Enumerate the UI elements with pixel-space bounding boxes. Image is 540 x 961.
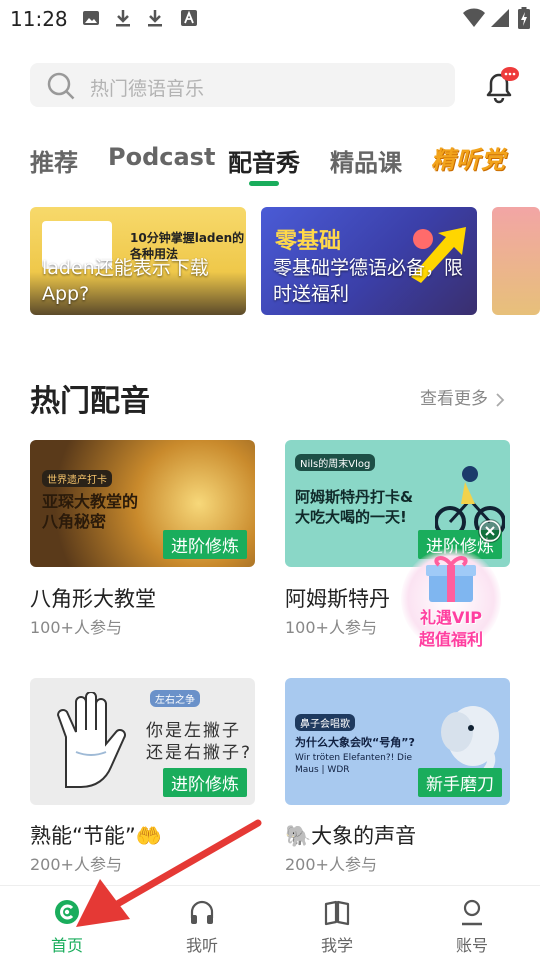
elephant-illustration (441, 706, 499, 774)
card-art-label: 左右之争 (150, 690, 200, 707)
card-participants: 100+人参与 (30, 618, 122, 637)
level-tag: 进阶修炼 (163, 768, 247, 797)
card-art-label: 鼻子会唱歌 (295, 714, 355, 731)
user-icon (462, 899, 482, 926)
search-placeholder: 热门德语音乐 (90, 78, 205, 100)
see-more-label: 查看更多 (420, 389, 488, 409)
card-art-title: 阿姆斯特丹打卡& (295, 488, 414, 506)
signal-icon (491, 9, 509, 27)
banner-partial[interactable] (492, 207, 540, 315)
banner-beginner[interactable]: 零基础 零基础学德语必备，限时送福利 (261, 207, 477, 315)
nav-account[interactable]: 账号 (432, 886, 512, 961)
nav-account-label: 账号 (455, 936, 488, 955)
status-time: 11:28 (10, 7, 68, 31)
download-notification-icon (116, 10, 130, 27)
card-art-label: Nils的周末Vlog (295, 454, 376, 471)
nav-home-label: 首页 (50, 936, 83, 955)
close-icon (479, 520, 501, 542)
dubbing-card-elephant[interactable]: 鼻子会唱歌 为什么大象会吹“号角”? Wir tröten Elefanten?… (285, 678, 510, 805)
level-tag: 进阶修炼 (163, 530, 247, 559)
banner-caption: 零基础学德语必备，限时送福利 (273, 257, 464, 305)
banner-laden[interactable]: 10分钟掌握laden的 各种用法 laden还能表示下载App? (30, 207, 246, 315)
level-tag: 新手磨刀 (418, 768, 502, 797)
banner-art-title: 10分钟掌握laden的 (130, 231, 245, 245)
gift-icon (426, 556, 476, 602)
card-art-title: 为什么大象会吹“号角”? (295, 736, 415, 749)
card-title: 阿姆斯特丹 (285, 587, 390, 611)
card-art-title: 八角秘密 (42, 512, 107, 531)
notification-button[interactable] (480, 65, 520, 105)
search-bar[interactable]: 热门德语音乐 (30, 63, 455, 107)
image-notification-icon (83, 11, 99, 25)
tab-intensive-listening[interactable]: 精听党 (431, 140, 506, 175)
chevron-right-icon (496, 392, 505, 407)
card-participants: 100+人参与 (285, 618, 377, 637)
vip-promo-badge[interactable]: 礼遇VIP 超值福利 (401, 548, 501, 650)
book-icon (324, 900, 350, 926)
card-art-subtitle: Wir tröten Elefanten?! Die Maus | WDR (295, 753, 413, 775)
wifi-icon (463, 8, 485, 27)
card-participants: 200+人参与 (285, 855, 377, 874)
dubbing-card-handedness[interactable]: 左右之争 你是左撇子 还是右撇子? 进阶修炼 (30, 678, 255, 805)
nav-study-label: 我学 (320, 936, 353, 955)
dubbing-card-cathedral[interactable]: 世界遗产打卡 亚琛大教堂的 八角秘密 进阶修炼 (30, 440, 255, 567)
download-notification-icon-2 (148, 10, 162, 27)
hand-illustration (56, 692, 126, 788)
nav-listen-label: 我听 (185, 936, 218, 955)
active-tab-indicator (249, 181, 279, 186)
card-art-title: 还是右撇子? (146, 743, 253, 763)
status-bar: 11:28 (0, 0, 540, 36)
tab-dubbing[interactable]: 配音秀 (228, 143, 300, 178)
tab-recommend[interactable]: 推荐 (30, 143, 78, 178)
section-title: 热门配音 (30, 384, 150, 419)
banner-art-title: 零基础 (275, 229, 342, 254)
search-icon (47, 72, 75, 100)
see-more-link[interactable]: 查看更多 (420, 384, 505, 409)
card-title: 🐘大象的声音 (285, 824, 417, 848)
annotation-arrow-icon (76, 819, 262, 927)
nav-study[interactable]: 我学 (297, 886, 377, 961)
card-art-title: 大吃大喝的一天! (295, 508, 407, 526)
promo-line2: 超值福利 (418, 630, 483, 649)
tab-podcast[interactable]: Podcast (108, 143, 215, 171)
promo-line1: 礼遇VIP (419, 608, 483, 627)
battery-icon (518, 7, 530, 29)
card-art-label: 世界遗产打卡 (42, 470, 112, 487)
bell-icon (486, 67, 519, 104)
tab-premium-courses[interactable]: 精品课 (330, 143, 402, 178)
banner-caption: laden还能表示下载App? (42, 257, 209, 305)
font-notification-icon (181, 10, 197, 26)
card-title: 八角形大教堂 (30, 587, 156, 611)
promo-close-button[interactable] (478, 519, 502, 543)
